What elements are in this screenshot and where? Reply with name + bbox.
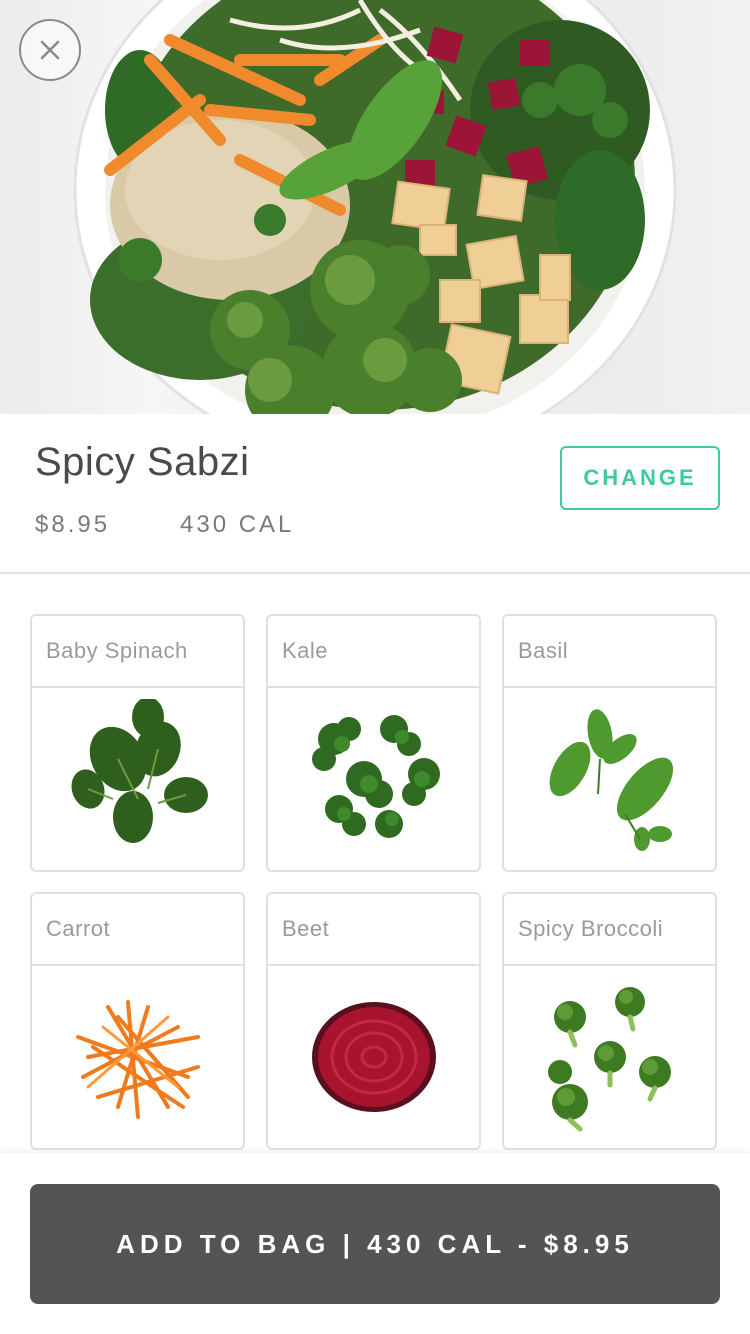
add-to-bag-button[interactable]: ADD TO BAG | 430 CAL - $8.95	[30, 1184, 720, 1304]
ingredient-card-baby-spinach[interactable]: Baby Spinach	[30, 614, 245, 872]
kale-image	[268, 688, 479, 870]
ingredient-label: Beet	[268, 894, 479, 966]
item-calories: 430 CAL	[180, 511, 295, 538]
spinach-image	[32, 688, 243, 870]
carrot-image	[32, 966, 243, 1148]
ingredient-label: Kale	[268, 616, 479, 688]
basil-image	[504, 688, 715, 870]
close-icon	[40, 40, 60, 60]
ingredient-label: Carrot	[32, 894, 243, 966]
ingredient-card-basil[interactable]: Basil	[502, 614, 717, 872]
beet-image	[268, 966, 479, 1148]
close-button[interactable]	[19, 19, 81, 81]
broccoli-image	[504, 966, 715, 1148]
ingredient-label: Baby Spinach	[32, 616, 243, 688]
ingredient-card-spicy-broccoli[interactable]: Spicy Broccoli	[502, 892, 717, 1150]
ingredient-label: Spicy Broccoli	[504, 894, 715, 966]
ingredient-card-kale[interactable]: Kale	[266, 614, 481, 872]
item-price: $8.95	[35, 511, 111, 538]
hero-salad-image	[0, 0, 750, 414]
change-button[interactable]: CHANGE	[560, 446, 720, 510]
ingredient-card-beet[interactable]: Beet	[266, 892, 481, 1150]
item-title: Spicy Sabzi	[35, 440, 250, 484]
ingredient-label: Basil	[504, 616, 715, 688]
ingredient-card-carrot[interactable]: Carrot	[30, 892, 245, 1150]
